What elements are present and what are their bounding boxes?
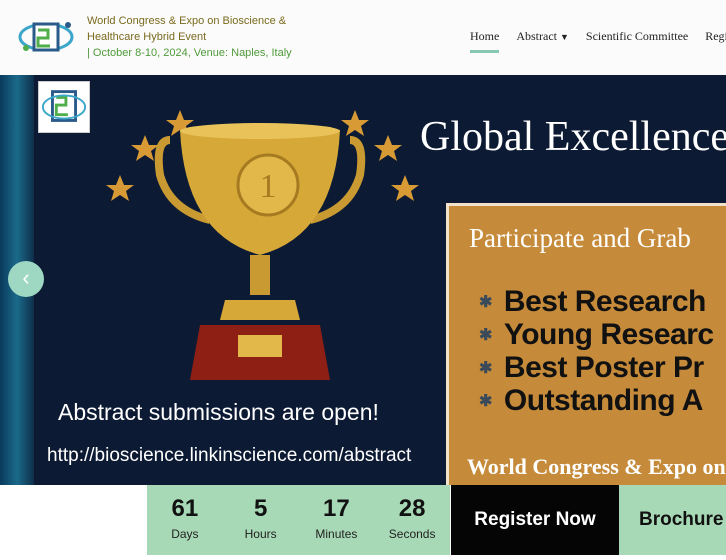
star-icon: ✱: [479, 294, 492, 312]
slider-prev-button[interactable]: ‹: [8, 261, 44, 297]
banner-title: Global Excellence: [420, 114, 726, 160]
nav-scientific-committee[interactable]: Scientific Committee: [586, 29, 688, 50]
nav-abstract[interactable]: Abstract ▼: [516, 29, 569, 50]
star-icon: ✱: [479, 360, 492, 378]
nav-abstract-label: Abstract: [516, 29, 557, 43]
award-item: ✱ Young Researc: [479, 319, 714, 352]
svg-text:1: 1: [260, 168, 277, 205]
award-label: Best Research: [503, 285, 706, 318]
awards-box: Participate and Grab ✱ Best Research ✱ You…: [446, 203, 726, 485]
star-icon: ✱: [479, 327, 492, 345]
banner-logo: [38, 81, 90, 133]
award-label: Young Researc: [503, 318, 714, 352]
brochure-button[interactable]: Brochure: [619, 485, 726, 555]
countdown-hours: 5 Hours: [223, 485, 299, 555]
award-item: ✱ Outstanding A: [479, 385, 714, 418]
countdown-days: 61 Days: [147, 485, 223, 555]
site-header: World Congress & Expo on Bioscience & He…: [0, 0, 726, 75]
star-icon: ✱: [479, 393, 492, 411]
chevron-left-icon: ‹: [22, 265, 30, 290]
countdown-minutes: 17 Minutes: [299, 485, 375, 555]
caret-down-icon: ▼: [559, 32, 569, 42]
bottom-bar: 61 Days 5 Hours 17 Minutes 28 Seconds Re…: [0, 485, 726, 560]
brand-text[interactable]: World Congress & Expo on Bioscience & He…: [87, 13, 302, 61]
event-dates: | October 8-10, 2024, Venue: Naples, Ita…: [87, 47, 292, 59]
site-logo[interactable]: [18, 16, 74, 58]
countdown-value: 61: [171, 495, 199, 522]
awards-footer: World Congress & Expo on: [467, 454, 726, 479]
countdown-seconds: 28 Seconds: [374, 485, 450, 555]
event-title-line1: World Congress & Expo on Bioscience &: [87, 15, 287, 27]
countdown-timer: 61 Days 5 Hours 17 Minutes 28 Seconds: [147, 485, 450, 555]
award-item: ✱ Best Research: [479, 286, 714, 319]
countdown-value: 5: [253, 495, 268, 522]
award-label: Outstanding A: [503, 384, 704, 418]
abstract-url: http://bioscience.linkinscience.com/abst…: [47, 445, 412, 466]
main-nav: Home Abstract ▼ Scientific Committee Reg…: [470, 29, 726, 53]
submission-text: Abstract submissions are open!: [58, 399, 379, 425]
countdown-label: Minutes: [315, 527, 358, 541]
hero-banner: 1 Global Excellence Participate and Grab…: [0, 75, 726, 485]
awards-list: ✱ Best Research ✱ Young Researc ✱ Best Post…: [479, 286, 714, 418]
countdown-label: Seconds: [388, 527, 436, 541]
awards-heading: Participate and Grab: [469, 223, 691, 253]
event-title-line2: Healthcare Hybrid Event: [87, 31, 207, 43]
nav-register[interactable]: Regist: [705, 29, 726, 50]
award-label: Best Poster Pr: [503, 351, 704, 385]
trophy-image: 1: [106, 110, 419, 380]
countdown-value: 28: [398, 495, 426, 522]
nav-home[interactable]: Home: [470, 29, 500, 53]
countdown-label: Days: [171, 527, 199, 541]
award-item: ✱ Best Poster Pr: [479, 352, 714, 385]
countdown-value: 17: [323, 495, 350, 522]
countdown-label: Hours: [244, 527, 277, 541]
register-now-button[interactable]: Register Now: [451, 485, 619, 555]
